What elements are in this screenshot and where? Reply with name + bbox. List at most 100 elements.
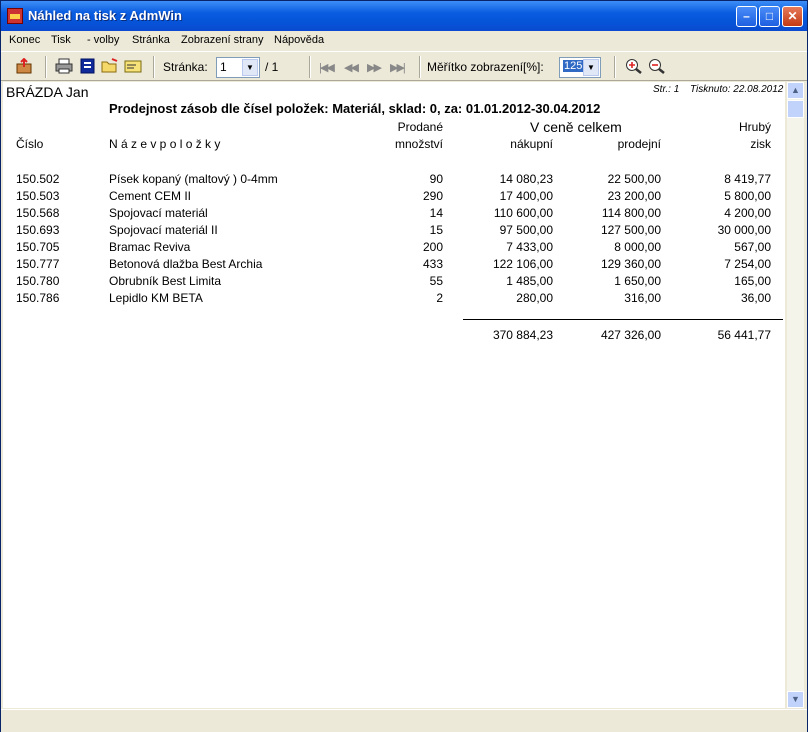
print-settings-icon[interactable] xyxy=(79,58,97,74)
row-number: 150.693 xyxy=(16,223,60,237)
zoom-select[interactable]: 125 ▼ xyxy=(559,57,601,78)
first-page-icon[interactable]: |◀◀ xyxy=(319,61,335,74)
header-name: N á z e v p o l o ž k y xyxy=(109,137,221,151)
row-number: 150.503 xyxy=(16,189,60,203)
toolbar-separator xyxy=(309,56,311,78)
row-profit: 36,00 xyxy=(740,291,771,305)
row-sale: 114 800,00 xyxy=(601,206,661,220)
toolbar-separator xyxy=(614,56,616,78)
print-date: Tisknuto: 22.08.2012 xyxy=(690,84,784,95)
menu-bar: Konec Tisk - volby Stránka Zobrazení str… xyxy=(1,31,807,50)
row-profit: 30 000,00 xyxy=(717,223,771,237)
header-sale: prodejní xyxy=(617,137,661,151)
menu-stranka[interactable]: Stránka xyxy=(132,34,170,46)
row-number: 150.568 xyxy=(16,206,60,220)
row-purchase: 97 500,00 xyxy=(499,223,553,237)
scroll-thumb[interactable] xyxy=(787,100,804,118)
row-number: 150.780 xyxy=(16,274,60,288)
header-purchase: nákupní xyxy=(510,137,553,151)
zoom-out-icon[interactable] xyxy=(648,58,666,74)
totals-divider xyxy=(463,319,783,320)
row-purchase: 7 433,00 xyxy=(506,240,553,254)
zoom-label: Měřítko zobrazení[%]: xyxy=(427,60,544,74)
row-profit: 5 800,00 xyxy=(724,189,771,203)
maximize-button[interactable]: □ xyxy=(759,6,780,27)
row-purchase: 14 080,23 xyxy=(499,172,553,186)
row-number: 150.705 xyxy=(16,240,60,254)
row-number: 150.777 xyxy=(16,257,60,271)
menu-napoveda[interactable]: Nápověda xyxy=(274,34,324,46)
row-purchase: 1 485,00 xyxy=(506,274,553,288)
header-sold-1: Prodané xyxy=(397,120,443,134)
page-number: Str.: 1 xyxy=(653,84,680,95)
row-profit: 8 419,77 xyxy=(724,172,771,186)
row-name: Spojovací materiál II xyxy=(109,223,218,237)
toolbar: Stránka: 1 ▼ / 1 |◀◀ ◀◀ ▶▶ ▶▶| Měřítko z… xyxy=(1,51,807,81)
row-qty: 90 xyxy=(429,172,443,186)
row-qty: 290 xyxy=(422,189,443,203)
row-sale: 316,00 xyxy=(624,291,661,305)
page-select[interactable]: 1 ▼ xyxy=(216,57,260,78)
menu-tisk[interactable]: Tisk xyxy=(51,34,71,46)
header-sold-2: množství xyxy=(394,137,443,151)
minimize-button[interactable]: – xyxy=(736,6,757,27)
report-owner: BRÁZDA Jan xyxy=(6,84,89,100)
toolbar-separator xyxy=(45,56,47,78)
row-name: Lepidlo KM BETA xyxy=(109,291,203,305)
scroll-down-icon[interactable]: ▼ xyxy=(787,691,804,708)
window-title: Náhled na tisk z AdmWin xyxy=(28,8,182,23)
email-icon[interactable] xyxy=(124,58,142,74)
menu-volby[interactable]: - volby xyxy=(87,34,119,46)
row-profit: 7 254,00 xyxy=(724,257,771,271)
scroll-up-icon[interactable]: ▲ xyxy=(787,82,804,99)
header-profit-1: Hrubý xyxy=(738,120,771,134)
row-number: 150.786 xyxy=(16,291,60,305)
row-name: Betonová dlažba Best Archia xyxy=(109,257,263,271)
zoom-select-value: 125 xyxy=(563,60,584,72)
row-number: 150.502 xyxy=(16,172,60,186)
row-qty: 2 xyxy=(436,291,443,305)
row-profit: 567,00 xyxy=(734,240,771,254)
row-profit: 165,00 xyxy=(734,274,771,288)
report-title: Prodejnost zásob dle čísel položek: Mate… xyxy=(109,101,601,116)
row-qty: 200 xyxy=(422,240,443,254)
open-folder-icon[interactable] xyxy=(101,58,119,74)
row-purchase: 110 600,00 xyxy=(493,206,553,220)
row-sale: 127 500,00 xyxy=(600,223,661,237)
toolbar-separator xyxy=(419,56,421,78)
row-qty: 55 xyxy=(429,274,443,288)
toolbar-separator xyxy=(153,56,155,78)
chevron-down-icon[interactable]: ▼ xyxy=(583,59,599,76)
page-label: Stránka: xyxy=(163,60,208,74)
page-total: / 1 xyxy=(265,60,279,74)
next-page-icon[interactable]: ▶▶ xyxy=(367,61,382,74)
row-qty: 14 xyxy=(429,206,443,220)
vertical-scrollbar[interactable]: ▲ ▼ xyxy=(787,82,804,708)
exit-icon[interactable] xyxy=(15,57,33,74)
row-sale: 129 360,00 xyxy=(600,257,661,271)
status-bar xyxy=(1,709,807,732)
row-qty: 433 xyxy=(422,257,443,271)
row-name: Bramac Reviva xyxy=(109,240,191,254)
title-bar[interactable]: Náhled na tisk z AdmWin – □ ✕ xyxy=(1,1,807,31)
chevron-down-icon[interactable]: ▼ xyxy=(242,59,258,76)
page-select-value: 1 xyxy=(220,60,227,74)
row-qty: 15 xyxy=(429,223,443,237)
menu-konec[interactable]: Konec xyxy=(9,34,40,46)
row-profit: 4 200,00 xyxy=(724,206,771,220)
row-name: Cement CEM II xyxy=(109,189,192,203)
last-page-icon[interactable]: ▶▶| xyxy=(390,61,406,74)
row-sale: 22 500,00 xyxy=(607,172,661,186)
total-profit: 56 441,77 xyxy=(717,328,771,342)
row-sale: 23 200,00 xyxy=(607,189,661,203)
row-name: Obrubník Best Limita xyxy=(109,274,222,288)
menu-zobrazeni-strany[interactable]: Zobrazení strany xyxy=(181,34,264,46)
zoom-in-icon[interactable] xyxy=(625,58,643,74)
header-price-group: V ceně celkem xyxy=(530,119,622,135)
close-button[interactable]: ✕ xyxy=(782,6,803,27)
row-name: Spojovací materiál xyxy=(109,206,208,220)
header-number: Číslo xyxy=(16,137,44,151)
report-page: BRÁZDA Jan Str.: 1 Tisknuto: 22.08.2012 … xyxy=(3,82,785,708)
previous-page-icon[interactable]: ◀◀ xyxy=(344,61,359,74)
printer-icon[interactable] xyxy=(55,58,73,74)
